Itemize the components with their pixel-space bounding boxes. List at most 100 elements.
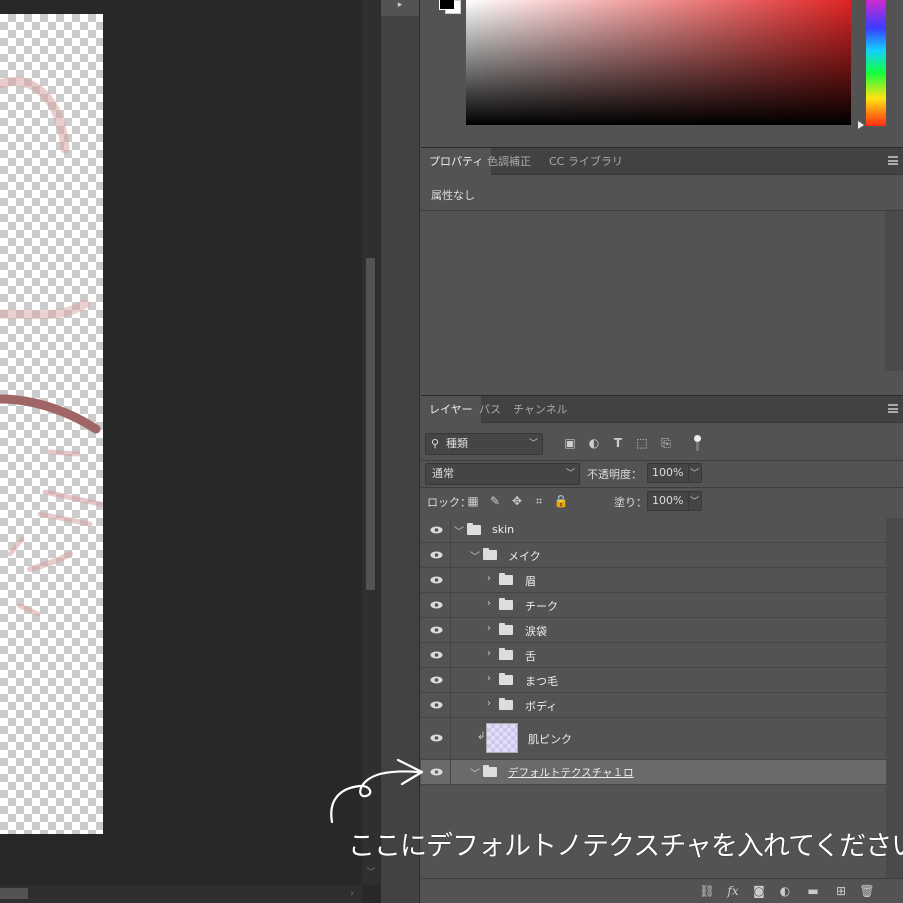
color-field[interactable] xyxy=(466,0,851,125)
link-layers-icon[interactable]: ⛓ xyxy=(699,883,715,899)
chevron-right-icon[interactable]: › xyxy=(487,623,491,634)
eye-icon xyxy=(430,601,443,609)
eye-icon xyxy=(430,734,443,742)
filter-toggle-switch[interactable] xyxy=(694,435,701,451)
divider xyxy=(421,487,903,488)
hue-slider-bar[interactable] xyxy=(866,0,886,126)
chevron-right-icon[interactable]: › xyxy=(487,648,491,659)
visibility-toggle[interactable] xyxy=(421,518,451,542)
tab-adjustments[interactable]: 色調補正 xyxy=(479,148,539,175)
layer-row-cheek[interactable]: › チーク xyxy=(421,593,886,618)
scroll-down-arrow-icon[interactable]: ﹀ xyxy=(364,866,378,880)
trash-icon[interactable]: 🗑 xyxy=(859,883,875,899)
opacity-dropdown-button[interactable]: ﹀ xyxy=(688,463,702,483)
chevron-down-icon[interactable]: ﹀ xyxy=(470,765,480,780)
layer-name: まつ毛 xyxy=(525,675,558,688)
visibility-toggle[interactable] xyxy=(421,693,451,717)
folder-icon xyxy=(483,765,497,777)
properties-scrollbar[interactable] xyxy=(885,211,903,371)
chevron-right-icon[interactable]: › xyxy=(487,598,491,609)
lock-image-pixels-brush-icon[interactable]: ✎ xyxy=(487,493,503,509)
folder-icon xyxy=(499,698,513,710)
eye-icon xyxy=(430,701,443,709)
eye-icon xyxy=(430,651,443,659)
hue-slider-handle[interactable] xyxy=(858,121,864,129)
filter-smart-object-icon[interactable]: ⎘ xyxy=(658,435,674,451)
eye-icon xyxy=(430,768,443,776)
chevron-down-icon[interactable]: ﹀ xyxy=(454,523,464,538)
lock-transparent-pixels-icon[interactable]: ▦ xyxy=(465,493,481,509)
folder-icon xyxy=(499,673,513,685)
chevron-right-icon[interactable]: › xyxy=(487,698,491,709)
layer-row-shita[interactable]: › 舌 xyxy=(421,643,886,668)
eye-icon xyxy=(430,526,443,534)
chevron-right-icon[interactable]: › xyxy=(487,673,491,684)
filter-pixel-layer-icon[interactable]: ▣ xyxy=(562,435,578,451)
search-icon: ⚲ xyxy=(431,437,440,450)
chevron-down-icon[interactable]: ﹀ xyxy=(470,548,480,563)
fill-input[interactable]: 100% xyxy=(647,491,689,511)
canvas-horizontal-scroll-thumb[interactable] xyxy=(0,888,28,899)
new-layer-icon[interactable]: ⊞ xyxy=(833,883,849,899)
visibility-toggle[interactable] xyxy=(421,543,451,567)
photoshop-window: ﹀ › ▸ プロパティ 色調補正 CC ライブラリ 属性なし レイヤー パス チ… xyxy=(0,0,903,903)
canvas-horizontal-scrollbar[interactable] xyxy=(0,885,362,903)
adjustment-layer-icon[interactable]: ◐ xyxy=(777,883,793,899)
layer-thumbnail[interactable] xyxy=(486,723,518,753)
layer-row-make[interactable]: ﹀ メイク xyxy=(421,543,886,568)
scroll-right-arrow-icon[interactable]: › xyxy=(345,886,359,902)
layer-name: ボディ xyxy=(525,700,558,713)
document-canvas[interactable] xyxy=(0,14,103,834)
lock-position-move-icon[interactable]: ✥ xyxy=(509,493,525,509)
layer-filter-kind-dropdown[interactable]: ⚲ 種類 ﹀ xyxy=(425,433,543,455)
visibility-toggle[interactable] xyxy=(421,568,451,592)
layer-row-body[interactable]: › ボディ xyxy=(421,693,886,718)
new-group-folder-icon[interactable]: ▬ xyxy=(805,883,821,899)
blend-mode-value: 通常 xyxy=(432,467,454,480)
filter-adjustment-layer-icon[interactable]: ◐ xyxy=(586,435,602,451)
filter-shape-layer-icon[interactable]: ⬚ xyxy=(634,435,650,451)
annotation-text: ここにデフォルトノテクスチャを入れてください xyxy=(348,831,903,862)
visibility-toggle[interactable] xyxy=(421,643,451,667)
layer-row-namidabukuro[interactable]: › 涙袋 xyxy=(421,618,886,643)
properties-panel-body: 属性なし xyxy=(421,176,903,394)
layer-name: 舌 xyxy=(525,650,536,663)
fx-icon[interactable]: fx xyxy=(725,883,741,899)
visibility-toggle[interactable] xyxy=(421,618,451,642)
folder-icon xyxy=(467,523,481,535)
opacity-input[interactable]: 100% xyxy=(647,463,689,483)
layer-row-default-texture[interactable]: ﹀ デフォルトテクスチャ１ロ xyxy=(421,760,886,785)
panel-menu-icon[interactable] xyxy=(888,156,898,165)
layer-row-mayu[interactable]: › 眉 xyxy=(421,568,886,593)
chevron-right-icon[interactable]: › xyxy=(487,573,491,584)
annotation-arrow-icon xyxy=(330,758,424,824)
color-swatches[interactable] xyxy=(431,0,461,18)
opacity-label: 不透明度： xyxy=(587,468,642,481)
canvas-vertical-scroll-thumb[interactable] xyxy=(366,258,375,590)
lock-artboard-icon[interactable]: ⌗ xyxy=(531,493,547,509)
tab-paths[interactable]: パス xyxy=(471,396,509,423)
folder-icon xyxy=(483,548,497,560)
layer-row-skin[interactable]: ﹀ skin xyxy=(421,518,886,543)
dock-collapse-icon[interactable]: ▸ xyxy=(381,0,419,16)
visibility-toggle[interactable] xyxy=(421,668,451,692)
tab-channels[interactable]: チャンネル xyxy=(505,396,576,423)
divider xyxy=(421,210,903,211)
lock-all-padlock-icon[interactable]: 🔒 xyxy=(553,493,569,509)
chevron-down-icon: ﹀ xyxy=(565,469,575,479)
filter-text-layer-icon[interactable]: T xyxy=(610,435,626,451)
fill-dropdown-button[interactable]: ﹀ xyxy=(688,491,702,511)
folder-icon xyxy=(499,598,513,610)
blend-mode-dropdown[interactable]: 通常 ﹀ xyxy=(425,463,580,485)
foreground-color-swatch[interactable] xyxy=(439,0,455,10)
panel-menu-icon[interactable] xyxy=(888,404,898,413)
filter-kind-value: 種類 xyxy=(446,437,468,450)
visibility-toggle[interactable] xyxy=(421,593,451,617)
divider xyxy=(421,460,903,461)
layer-row-hada-pink[interactable]: ↲ 肌ピンク xyxy=(421,718,886,760)
tab-cc-libraries[interactable]: CC ライブラリ xyxy=(541,148,631,175)
add-mask-icon[interactable]: ◙ xyxy=(751,883,767,899)
layer-row-matsuge[interactable]: › まつ毛 xyxy=(421,668,886,693)
folder-icon xyxy=(499,573,513,585)
properties-panel-header: プロパティ 色調補正 CC ライブラリ xyxy=(421,147,903,175)
